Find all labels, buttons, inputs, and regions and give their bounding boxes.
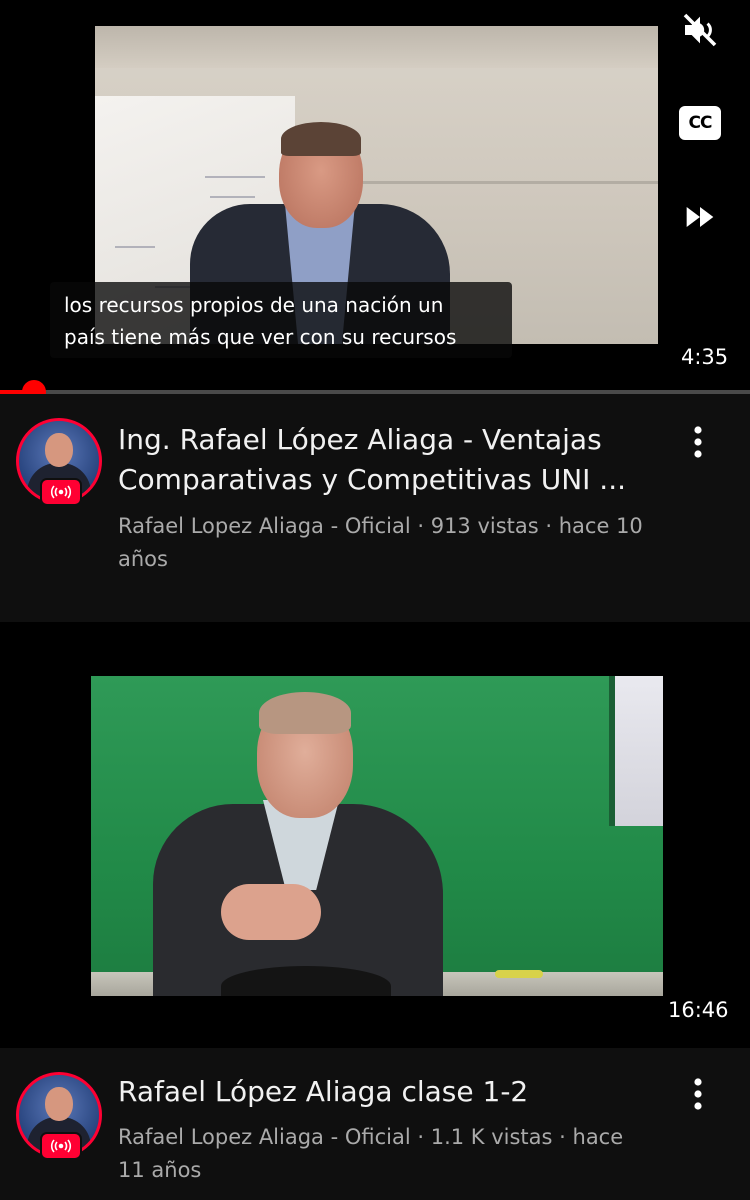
video-duration: 16:46 xyxy=(668,998,729,1022)
captions-button[interactable]: CC xyxy=(678,101,722,145)
video-title[interactable]: Rafael López Aliaga clase 1-2 xyxy=(118,1072,678,1112)
video-metadata: Rafael Lopez Aliaga - Oficial · 913 vist… xyxy=(118,514,643,571)
mute-button[interactable] xyxy=(678,8,722,52)
live-broadcast-icon xyxy=(50,1139,72,1153)
live-badge xyxy=(40,478,82,506)
live-broadcast-icon xyxy=(50,485,72,499)
inline-video-player[interactable]: los recursos propios de una nación un pa… xyxy=(0,0,750,404)
live-badge xyxy=(40,1132,82,1160)
frame-wall xyxy=(95,26,658,68)
video-thumbnail[interactable]: 16:46 xyxy=(0,662,750,1048)
fast-forward-icon xyxy=(686,207,714,227)
card-divider xyxy=(0,622,750,662)
fast-forward-button[interactable] xyxy=(678,195,722,239)
video-title[interactable]: Ing. Rafael López Aliaga - Ventajas Comp… xyxy=(118,420,678,500)
video-info-row[interactable]: Rafael López Aliaga clase 1-2 Rafael Lop… xyxy=(0,1048,750,1200)
more-options-button[interactable] xyxy=(680,418,716,466)
video-duration: 4:35 xyxy=(681,345,729,369)
mute-icon xyxy=(683,13,717,47)
channel-avatar-button[interactable] xyxy=(16,418,102,506)
more-options-button[interactable] xyxy=(680,1070,716,1118)
closed-captions-icon: CC xyxy=(679,106,721,140)
subtitle-caption: los recursos propios de una nación un pa… xyxy=(50,282,512,358)
caption-line: los recursos propios de una nación un xyxy=(64,293,444,317)
more-vert-icon xyxy=(694,1078,702,1110)
video-info-row[interactable]: Ing. Rafael López Aliaga - Ventajas Comp… xyxy=(0,394,750,622)
more-vert-icon xyxy=(694,426,702,458)
caption-line: país tiene más que ver con su recursos xyxy=(64,325,457,349)
channel-avatar-button[interactable] xyxy=(16,1072,102,1160)
video-metadata: Rafael Lopez Aliaga - Oficial · 1.1 K vi… xyxy=(118,1125,624,1182)
thumbnail-image xyxy=(91,676,663,996)
